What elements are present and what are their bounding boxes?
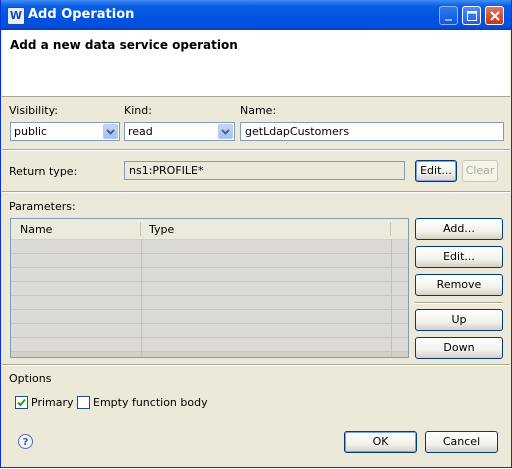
ok-button[interactable]: OK bbox=[344, 431, 417, 453]
column-divider[interactable] bbox=[390, 222, 391, 236]
help-icon[interactable]: ? bbox=[18, 434, 33, 449]
separator bbox=[2, 191, 510, 193]
column-divider bbox=[391, 239, 392, 357]
banner-title: Add a new data service operation bbox=[10, 38, 238, 52]
visibility-value: public bbox=[14, 125, 48, 138]
edit-parameter-button[interactable]: Edit... bbox=[415, 246, 503, 268]
move-down-button[interactable]: Down bbox=[415, 337, 503, 359]
return-type-edit-button[interactable]: Edit... bbox=[415, 160, 457, 182]
separator bbox=[415, 302, 503, 304]
chevron-down-icon[interactable] bbox=[103, 124, 118, 139]
primary-checkbox[interactable] bbox=[15, 396, 28, 409]
kind-value: read bbox=[128, 125, 153, 138]
window-app-icon: W bbox=[7, 7, 25, 25]
table-row[interactable] bbox=[11, 240, 408, 254]
table-row[interactable] bbox=[11, 324, 408, 338]
table-row[interactable] bbox=[11, 254, 408, 268]
column-header-name[interactable]: Name bbox=[20, 223, 52, 236]
table-row[interactable] bbox=[11, 282, 408, 296]
separator bbox=[2, 149, 510, 151]
close-button[interactable] bbox=[485, 6, 504, 25]
kind-select[interactable]: read bbox=[124, 122, 235, 141]
checkmark-icon bbox=[17, 398, 26, 407]
table-row[interactable] bbox=[11, 268, 408, 282]
name-label: Name: bbox=[240, 104, 277, 117]
primary-checkbox-label[interactable]: Primary bbox=[31, 396, 74, 409]
maximize-button[interactable] bbox=[462, 6, 481, 25]
add-parameter-button[interactable]: Add... bbox=[415, 218, 503, 240]
return-type-clear-button[interactable]: Clear bbox=[462, 160, 498, 182]
options-label: Options bbox=[9, 372, 52, 385]
column-divider bbox=[141, 239, 142, 357]
visibility-label: Visibility: bbox=[9, 104, 59, 117]
chevron-down-icon[interactable] bbox=[218, 124, 233, 139]
move-up-button[interactable]: Up bbox=[415, 309, 503, 331]
empty-function-body-label[interactable]: Empty function body bbox=[93, 396, 208, 409]
table-row[interactable] bbox=[11, 296, 408, 310]
table-row[interactable] bbox=[11, 338, 408, 352]
name-value: getLdapCustomers bbox=[245, 125, 350, 138]
column-header-type[interactable]: Type bbox=[149, 223, 174, 236]
return-type-label: Return type: bbox=[9, 165, 78, 178]
kind-label: Kind: bbox=[124, 104, 152, 117]
column-divider[interactable] bbox=[140, 222, 141, 236]
empty-function-body-checkbox[interactable] bbox=[77, 396, 90, 409]
minimize-button[interactable] bbox=[439, 6, 458, 25]
table-header: Name Type bbox=[11, 219, 408, 240]
parameters-table[interactable]: Name Type bbox=[10, 218, 409, 358]
return-type-field: ns1:PROFILE* bbox=[124, 161, 405, 180]
minimize-icon bbox=[445, 19, 452, 21]
return-type-value: ns1:PROFILE* bbox=[129, 164, 204, 177]
window-title: Add Operation bbox=[28, 7, 135, 22]
visibility-select[interactable]: public bbox=[10, 122, 120, 141]
cancel-button[interactable]: Cancel bbox=[425, 431, 498, 453]
separator bbox=[2, 364, 510, 366]
close-icon bbox=[490, 11, 500, 21]
title-bar[interactable]: W Add Operation bbox=[1, 0, 511, 30]
add-operation-dialog: W Add Operation Add a new data service o… bbox=[0, 0, 512, 468]
name-field[interactable]: getLdapCustomers bbox=[240, 122, 504, 141]
parameters-label: Parameters: bbox=[9, 200, 76, 213]
dialog-banner: Add a new data service operation bbox=[2, 30, 510, 97]
maximize-icon bbox=[467, 11, 477, 21]
remove-parameter-button[interactable]: Remove bbox=[415, 274, 503, 296]
table-row[interactable] bbox=[11, 310, 408, 324]
